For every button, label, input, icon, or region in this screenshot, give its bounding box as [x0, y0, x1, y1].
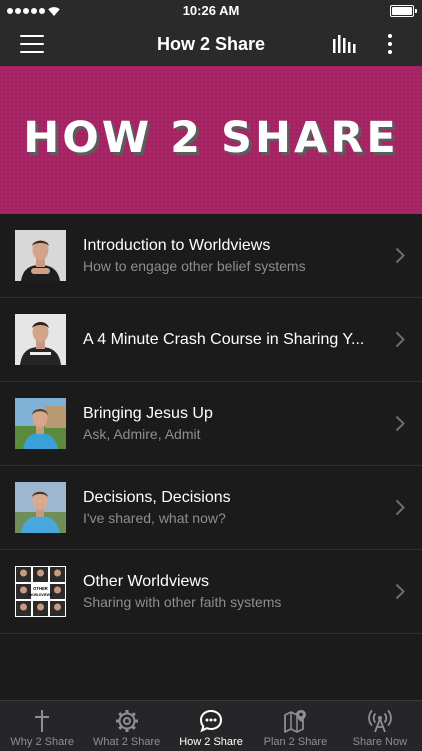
tab-label: What 2 Share — [92, 736, 161, 748]
video-title: Other Worldviews — [83, 572, 209, 590]
video-title: Introduction to Worldviews — [83, 236, 271, 254]
svg-text:OTHER: OTHER — [33, 586, 48, 591]
tab-how-2-share[interactable]: How 2 Share — [169, 701, 253, 751]
video-thumbnail — [15, 398, 66, 449]
gear-icon — [115, 710, 138, 732]
video-subtitle: Ask, Admire, Admit — [83, 425, 201, 442]
tab-plan-2-share[interactable]: Plan 2 Share — [253, 701, 337, 751]
chevron-right-icon — [395, 499, 405, 516]
list-item[interactable]: A 4 Minute Crash Course in Sharing Y... — [0, 298, 422, 382]
navigation-bar: How 2 Share — [0, 22, 422, 66]
video-title: A 4 Minute Crash Course in Sharing Y... — [83, 330, 365, 348]
tab-share-now[interactable]: Share Now — [338, 701, 422, 751]
chevron-right-icon — [395, 415, 405, 432]
video-title: Bringing Jesus Up — [83, 404, 213, 422]
tab-label: Share Now — [352, 736, 408, 748]
video-subtitle: How to engage other belief systems — [83, 257, 306, 274]
chevron-right-icon — [395, 583, 405, 600]
tab-label: Plan 2 Share — [263, 736, 328, 748]
page-title: How 2 Share — [156, 34, 266, 54]
video-thumbnail: OTHER WORLDVIEWS — [15, 566, 66, 617]
video-thumbnail — [15, 230, 66, 281]
list-item[interactable]: Introduction to Worldviews How to engage… — [0, 214, 422, 298]
map-pin-icon — [284, 710, 307, 733]
list-item[interactable]: OTHER WORLDVIEWS Other Worldviews Sharin… — [0, 550, 422, 634]
svg-text:WORLDVIEWS: WORLDVIEWS — [29, 593, 53, 597]
battery-icon — [390, 5, 417, 17]
menu-button[interactable] — [20, 35, 44, 53]
video-subtitle: Sharing with other faith systems — [83, 593, 282, 610]
list-item[interactable]: Decisions, Decisions I've shared, what n… — [0, 466, 422, 550]
header-banner: HOW 2 SHARE — [0, 66, 422, 214]
video-list: Introduction to Worldviews How to engage… — [0, 214, 422, 634]
chevron-right-icon — [395, 331, 405, 348]
chevron-right-icon — [395, 247, 405, 264]
banner-title: HOW 2 SHARE — [23, 113, 399, 163]
tab-why-2-share[interactable]: Why 2 Share — [0, 701, 84, 751]
status-time: 10:26 AM — [182, 3, 240, 18]
more-options-button[interactable] — [380, 32, 400, 56]
tab-what-2-share[interactable]: What 2 Share — [84, 701, 168, 751]
chat-bubble-icon — [200, 709, 223, 733]
broadcast-icon — [367, 709, 392, 733]
bar-chart-icon[interactable] — [331, 34, 357, 54]
video-subtitle: I've shared, what now? — [83, 509, 226, 526]
cross-icon — [35, 710, 50, 732]
video-thumbnail — [15, 314, 66, 365]
video-thumbnail — [15, 482, 66, 533]
tab-label: Why 2 Share — [10, 736, 74, 748]
list-item[interactable]: Bringing Jesus Up Ask, Admire, Admit — [0, 382, 422, 466]
video-title: Decisions, Decisions — [83, 488, 231, 506]
tab-label: How 2 Share — [179, 736, 243, 748]
status-bar: 10:26 AM — [0, 0, 422, 22]
tab-bar: Why 2 Share What 2 Share How 2 Share Pla… — [0, 700, 422, 751]
